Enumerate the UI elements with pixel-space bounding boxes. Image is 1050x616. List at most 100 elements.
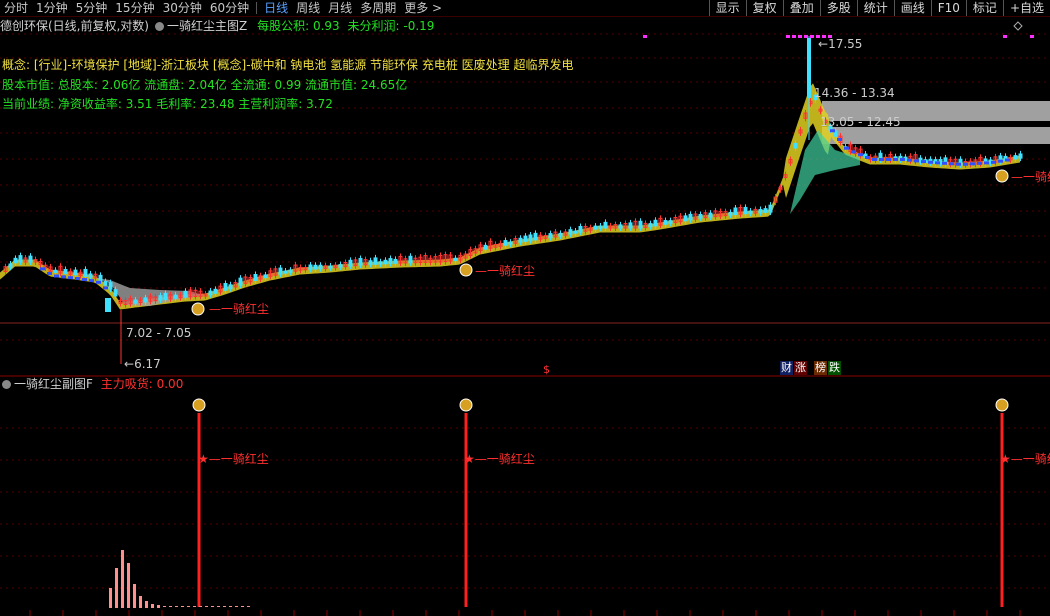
tab-15min[interactable]: 15分钟 xyxy=(111,0,158,16)
sub-signal-label-2: ★—一骑红尘 xyxy=(464,452,535,466)
display-button[interactable]: 显示 xyxy=(708,0,746,16)
tab-60min[interactable]: 60分钟 xyxy=(206,0,253,16)
candle-body xyxy=(28,255,33,263)
ma-dash xyxy=(921,160,926,164)
candle-body xyxy=(653,219,658,227)
money-bag-icon xyxy=(192,398,206,412)
accumulation-bar xyxy=(193,606,196,607)
ma-dash xyxy=(914,159,919,163)
candle-body xyxy=(708,212,713,218)
f10-button[interactable]: F10 xyxy=(930,0,966,16)
candle-body xyxy=(593,225,598,230)
draw-line-button[interactable]: 画线 xyxy=(893,0,931,16)
tab-monthly[interactable]: 月线 xyxy=(324,0,356,16)
sub-indicator-name[interactable]: 一骑红尘副图F xyxy=(14,377,93,391)
candle-body xyxy=(18,255,23,263)
sub-signal-label-1-text: 一骑红尘 xyxy=(220,452,269,466)
rise-badge[interactable]: 涨 xyxy=(794,361,807,375)
candle-body xyxy=(573,230,578,234)
ma-dash xyxy=(984,161,989,165)
accumulation-value: 0.00 xyxy=(156,377,184,391)
top-marker xyxy=(804,35,808,38)
candle-body xyxy=(283,270,288,274)
main-chart-header: 德创环保(日线,前复权,对数) 一骑红尘主图Z 每股公积: 0.93 未分利润: … xyxy=(0,19,434,33)
candle-body xyxy=(143,297,148,303)
period-toolbar: 分时 1分钟 5分钟 15分钟 30分钟 60分钟 日线 周线 月线 多周期 更… xyxy=(0,0,1050,17)
accumulation-bar xyxy=(211,606,214,607)
statistics-button[interactable]: 统计 xyxy=(856,0,894,16)
candle-body xyxy=(758,209,763,214)
profit-label: 未分利润: xyxy=(347,19,400,33)
candle-body xyxy=(378,261,383,265)
ma-dash xyxy=(949,162,954,166)
accumulation-bar xyxy=(109,588,112,608)
diamond-icon xyxy=(1013,21,1023,31)
candle-body xyxy=(183,290,188,298)
candle-body xyxy=(388,258,393,265)
candle-body xyxy=(763,208,768,213)
candle-body xyxy=(698,213,703,219)
candle-body xyxy=(318,264,323,270)
accumulation-bar xyxy=(175,606,178,607)
ma-dash xyxy=(851,150,856,154)
add-watchlist-button[interactable]: +自选 xyxy=(1002,0,1050,16)
price-low-label: ←6.17 xyxy=(124,357,161,371)
accumulation-bar xyxy=(241,606,244,607)
candle-body xyxy=(1018,153,1023,159)
sub-chart-header: 一骑红尘副图F 主力吸货: 0.00 xyxy=(0,377,183,391)
price-low-value: 6.17 xyxy=(134,357,161,371)
fall-badge[interactable]: 跌 xyxy=(828,361,841,375)
accumulation-bar xyxy=(115,568,118,608)
ma-dash xyxy=(998,159,1003,163)
tab-multi-period[interactable]: 多周期 xyxy=(356,0,400,16)
ma-dash xyxy=(970,162,975,166)
candle-body xyxy=(228,284,233,290)
multi-stock-button[interactable]: 多股 xyxy=(819,0,857,16)
money-bag-icon xyxy=(459,263,473,277)
finance-badge[interactable]: 财 xyxy=(780,361,793,375)
toolbar-divider xyxy=(256,2,258,14)
tab-5min[interactable]: 5分钟 xyxy=(72,0,112,16)
candle-body xyxy=(638,220,643,229)
candle-body xyxy=(728,211,733,216)
tab-daily[interactable]: 日线 xyxy=(260,0,292,16)
candle-body xyxy=(108,282,113,290)
candle-body xyxy=(238,277,243,286)
signal-label-2: —一骑红尘 xyxy=(475,264,536,278)
candle-body xyxy=(288,269,293,273)
adjust-button[interactable]: 复权 xyxy=(745,0,783,16)
tab-1min[interactable]: 1分钟 xyxy=(32,0,72,16)
accumulation-bar xyxy=(247,606,250,607)
candle-body xyxy=(223,283,228,291)
candle-body xyxy=(743,206,748,215)
tab-intraday[interactable]: 分时 xyxy=(0,0,32,16)
candle-body xyxy=(133,299,138,304)
candle-body xyxy=(13,257,18,264)
performance-line: 当前业绩: 净资收益率: 3.51 毛利率: 23.48 主营利润率: 3.72 xyxy=(2,97,333,111)
candle-body xyxy=(548,233,553,239)
tab-weekly[interactable]: 周线 xyxy=(292,0,324,16)
ranking-badge[interactable]: 榜 xyxy=(814,361,827,375)
ma-dash xyxy=(68,276,73,280)
dollar-badge[interactable]: $ xyxy=(543,363,550,377)
main-indicator-name[interactable]: 一骑红尘主图Z xyxy=(167,19,247,33)
candle-body xyxy=(63,268,68,275)
indicator-toggle-icon[interactable] xyxy=(155,22,164,31)
accumulation-bar xyxy=(163,606,166,607)
overlay-button[interactable]: 叠加 xyxy=(782,0,820,16)
ma-dash xyxy=(942,161,947,165)
accumulation-bar xyxy=(145,601,148,608)
toolbar-buttons: 显示 复权 叠加 多股 统计 画线 F10 标记 +自选 xyxy=(708,0,1050,16)
mark-button[interactable]: 标记 xyxy=(965,0,1003,16)
ma-dash xyxy=(830,129,835,133)
ma-dash xyxy=(96,280,101,284)
ma-dash xyxy=(991,160,996,164)
candle-body xyxy=(338,264,343,268)
tab-30min[interactable]: 30分钟 xyxy=(159,0,206,16)
ma-dash xyxy=(893,158,898,161)
accumulation-bar xyxy=(169,606,172,607)
signal-label-3: —一骑红 xyxy=(1011,170,1050,184)
period-tabs: 分时 1分钟 5分钟 15分钟 30分钟 60分钟 日线 周线 月线 多周期 更… xyxy=(0,0,446,16)
tab-more[interactable]: 更多 > xyxy=(400,0,446,16)
sub-indicator-toggle-icon[interactable] xyxy=(2,380,11,389)
